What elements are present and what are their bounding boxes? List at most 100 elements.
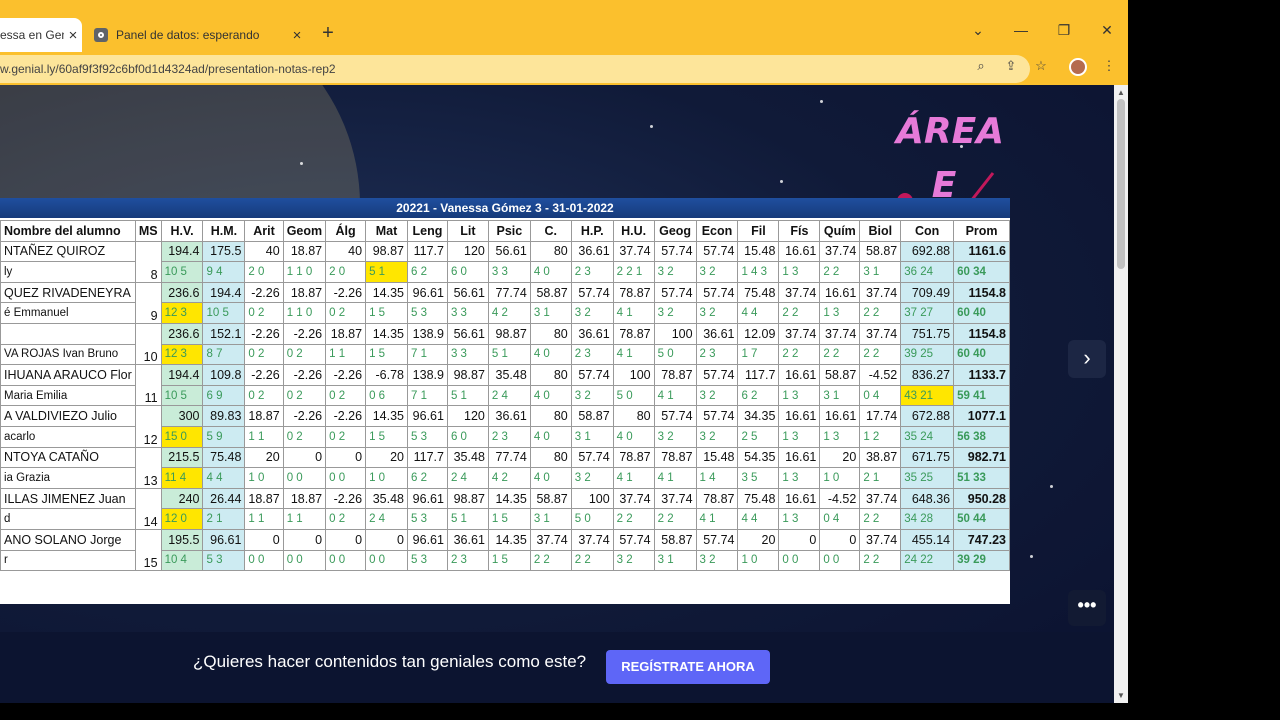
score-cell: 138.9: [407, 364, 448, 386]
score-cell: 35.48: [487, 364, 531, 386]
score-cell: 37.74: [859, 281, 902, 304]
next-slide-button[interactable]: ›: [1068, 340, 1106, 378]
count-cell: 0 2: [325, 384, 367, 407]
score-cell: 80: [529, 240, 572, 263]
table-row: A VALDIVIEZO Julio 12 300 89.83 18.87 -2.26 -2…: [0, 405, 1010, 448]
close-tab-icon[interactable]: ×: [288, 27, 306, 44]
score-cell: 37.74: [819, 240, 861, 263]
star-icon[interactable]: ☆: [1029, 58, 1053, 74]
count-cell: 0 2: [244, 384, 284, 407]
count-cell: 4 1: [695, 508, 739, 530]
score-cell: -2.26: [325, 405, 367, 427]
vertical-scrollbar[interactable]: ▲ ▼: [1114, 85, 1128, 703]
count-cell: 2 2: [859, 549, 902, 572]
count-cell: 35 24: [900, 425, 955, 448]
count-cell: 59 41: [953, 384, 1010, 407]
count-cell: 3 2: [695, 425, 739, 448]
close-tab-icon[interactable]: ×: [64, 27, 82, 44]
count-cell: 1 3: [819, 302, 861, 324]
url-input[interactable]: w.genial.ly/60af9f3f92c6bf0d1d4324ad/pre…: [0, 55, 1030, 83]
tab-panel-datos[interactable]: Panel de datos: esperando ×: [84, 18, 306, 52]
score-cell: 1077.1: [953, 405, 1010, 427]
score-cell: 80: [612, 405, 655, 427]
search-favicon-icon: [94, 28, 108, 42]
table-row: ILLAS JIMENEZ Juan 14 240 26.44 18.87 18.87 -2…: [0, 487, 1010, 530]
score-cell: 195.5: [160, 528, 204, 551]
score-cell: 57.74: [570, 364, 614, 386]
cta-bar: ¿Quieres hacer contenidos tan geniales c…: [0, 632, 1114, 703]
kebab-icon[interactable]: ⋮: [1097, 58, 1121, 74]
count-cell: 4 0: [612, 425, 655, 448]
score-cell: 14.35: [487, 528, 531, 551]
count-cell: 5 3: [407, 302, 448, 324]
score-cell: 194.4: [160, 240, 204, 263]
student-name: A VALDIVIEZO Julio: [0, 405, 136, 427]
student-name: acarlo: [0, 425, 136, 448]
restore-icon[interactable]: ❐: [1046, 22, 1082, 39]
count-cell: 2 3: [695, 343, 739, 366]
count-cell: 1 5: [487, 549, 531, 572]
table-row: 10 236.6 152.1 -2.26 -2.26 18.87 14.35 138.9 56.…: [0, 322, 1010, 366]
new-tab-icon[interactable]: +: [316, 22, 340, 45]
score-cell: 194.4: [160, 364, 204, 386]
register-button[interactable]: REGÍSTRATE AHORA: [606, 650, 770, 684]
column-header: Prom: [953, 220, 1010, 242]
count-cell: 11 4: [160, 467, 204, 489]
count-cell: 2 3: [446, 549, 489, 572]
score-cell: 16.61: [819, 405, 861, 427]
score-cell: 96.61: [202, 528, 246, 551]
count-cell: 43 21: [900, 384, 955, 407]
scrollbar-thumb[interactable]: [1117, 99, 1125, 269]
score-cell: 78.87: [653, 446, 697, 469]
column-header: H.U.: [612, 220, 655, 242]
score-cell: 89.83: [202, 405, 246, 427]
count-cell: 0 4: [819, 508, 861, 530]
share-icon[interactable]: ⇪: [999, 58, 1023, 74]
column-header: Biol: [859, 220, 902, 242]
grades-table: Nombre del alumno MS H.V. H.M. Arit Geom Álg Ma…: [0, 220, 1010, 572]
count-cell: 4 2: [487, 302, 531, 324]
count-cell: 1 7: [737, 343, 780, 366]
student-name: [0, 322, 136, 345]
score-cell: 15.48: [737, 240, 780, 263]
zoom-icon[interactable]: ⌕: [969, 58, 993, 74]
chevron-down-icon[interactable]: ⌄: [960, 22, 996, 39]
score-cell: 12.09: [737, 322, 780, 345]
score-cell: 18.87: [244, 487, 284, 510]
table-row: QUEZ RIVADENEYRA 9 236.6 194.4 -2.26 18.87 -2.…: [0, 281, 1010, 324]
address-bar: w.genial.ly/60af9f3f92c6bf0d1d4324ad/pre…: [0, 52, 1128, 85]
count-cell: 2 2: [859, 343, 902, 366]
tab-genially[interactable]: essa en Gen ×: [0, 18, 82, 52]
score-cell: -2.26: [282, 364, 327, 386]
score-cell: 80: [529, 322, 572, 345]
score-cell: 240: [160, 487, 204, 510]
score-cell: 709.49: [900, 281, 955, 304]
count-cell: 2 2: [778, 302, 821, 324]
url-text: w.genial.ly/60af9f3f92c6bf0d1d4324ad/pre…: [0, 62, 336, 76]
more-options-button[interactable]: •••: [1068, 590, 1106, 626]
score-cell: 80: [529, 405, 572, 427]
count-cell: 0 2: [282, 384, 327, 407]
score-cell: 58.87: [529, 487, 572, 510]
minimize-icon[interactable]: —: [1003, 22, 1039, 38]
score-cell: -2.26: [325, 487, 367, 510]
count-cell: 3 2: [653, 261, 697, 283]
close-icon[interactable]: ✕: [1089, 22, 1125, 39]
count-cell: 1 5: [487, 508, 531, 530]
count-cell: 1 4: [695, 467, 739, 489]
count-cell: 34 28: [900, 508, 955, 530]
ms-cell: 11: [134, 364, 162, 407]
count-cell: 6 2: [737, 384, 780, 407]
score-cell: 175.5: [202, 240, 246, 263]
ms-cell: 9: [134, 281, 162, 324]
count-cell: 3 1: [859, 261, 902, 283]
score-cell: 692.88: [900, 240, 955, 263]
count-cell: 2 3: [487, 425, 531, 448]
count-cell: 1 0: [737, 549, 780, 572]
count-cell: 0 2: [244, 302, 284, 324]
table-row: NTAÑEZ QUIROZ 8 194.4 175.5 40 18.87 40 98.87 11…: [0, 240, 1010, 283]
count-cell: 3 2: [570, 467, 614, 489]
count-cell: 2 2: [819, 343, 861, 366]
count-cell: 37 27: [900, 302, 955, 324]
avatar[interactable]: [1069, 58, 1087, 76]
